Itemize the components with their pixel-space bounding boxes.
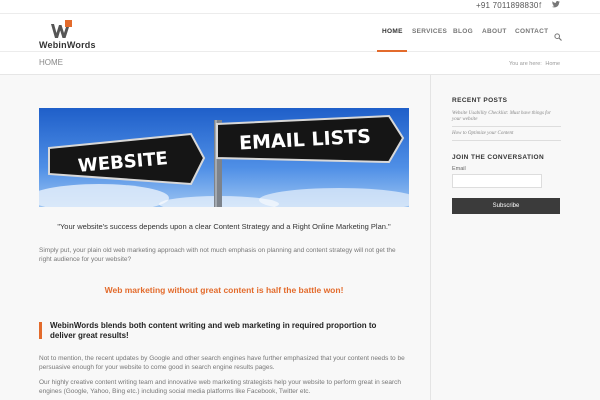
callout-accent-bar [39, 322, 42, 339]
nav-home[interactable]: HOME [382, 28, 403, 35]
breadcrumb: You are here: Home [509, 61, 560, 67]
twitter-icon[interactable] [552, 1, 560, 10]
intro-paragraph: Simply put, your plain old web marketing… [39, 247, 396, 263]
sidebar-divider [452, 126, 561, 127]
sidebar-divider [452, 140, 561, 141]
intro-quote: "Your website's success depends upon a c… [57, 222, 391, 231]
recent-post-link[interactable]: How to Optimize your Content [452, 131, 561, 137]
email-label: Email [452, 166, 466, 172]
phone-number[interactable]: +91 7011898830 [476, 1, 539, 10]
search-icon[interactable] [554, 28, 562, 46]
body-paragraph-1: Not to mention, the recent updates by Go… [39, 355, 405, 371]
nav-services[interactable]: SERVICES [412, 28, 447, 35]
breadcrumb-home-link[interactable]: Home [545, 61, 560, 67]
email-field[interactable] [452, 174, 542, 188]
highlight-text: Web marketing without great content is h… [104, 285, 344, 295]
nav-blog[interactable]: BLOG [453, 28, 473, 35]
nav-contact[interactable]: CONTACT [515, 28, 548, 35]
recent-post-link[interactable]: Website Usability Checklist: Must have t… [452, 111, 561, 123]
callout-heading: WebinWords blends both content writing a… [50, 321, 377, 340]
subscribe-button[interactable]: Subscribe [452, 198, 560, 214]
logo-text[interactable]: WebinWords [39, 40, 96, 50]
page-title: HOME [39, 58, 63, 67]
sidebar [430, 75, 600, 400]
recent-posts-heading: RECENT POSTS [452, 97, 508, 104]
hero-image: WEBSITE EMAIL LISTS [29, 108, 419, 212]
breadcrumb-prefix: You are here: [509, 61, 542, 67]
body-paragraph-2: Our highly creative content writing team… [39, 379, 402, 395]
facebook-icon[interactable]: f [539, 1, 541, 10]
nav-about[interactable]: ABOUT [482, 28, 507, 35]
join-heading: JOIN THE CONVERSATION [452, 154, 545, 161]
